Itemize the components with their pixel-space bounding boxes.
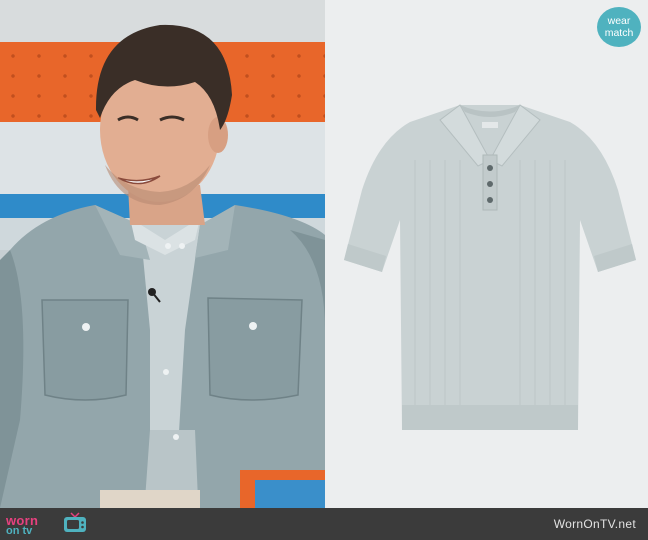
product-panel <box>325 0 648 508</box>
polo-shirt-image[interactable] <box>340 100 640 435</box>
badge-line-1: wear <box>607 15 631 27</box>
person-illustration <box>0 24 325 508</box>
badge-line-2: match <box>604 27 634 39</box>
logo-word-ontv: on tv <box>6 525 33 537</box>
tv-icon <box>64 512 86 532</box>
footer-bar: worn on tv WornOnTV.net <box>0 508 648 540</box>
celebrity-photo <box>0 0 325 508</box>
site-url[interactable]: WornOnTV.net <box>554 517 636 531</box>
site-logo[interactable]: worn on tv <box>4 510 104 538</box>
wear-match-badge[interactable]: wear match <box>597 7 641 47</box>
